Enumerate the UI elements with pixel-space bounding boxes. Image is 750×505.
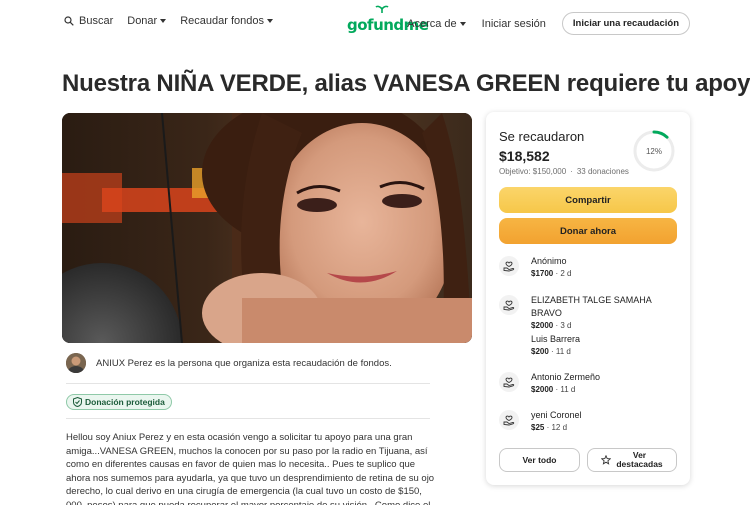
search-icon [64, 16, 74, 26]
nav-left: Buscar Donar Recaudar fondos [64, 15, 287, 27]
donation-meta: $25 · 12 d [531, 423, 568, 432]
donation-meta: $200 · 11 d [531, 347, 571, 356]
campaign-image[interactable] [62, 113, 472, 343]
donation-amount: $2000 [531, 321, 554, 330]
donation-amount: $25 [531, 423, 545, 432]
donation-amount: $200 [531, 347, 549, 356]
star-icon [601, 455, 612, 465]
donor-name: yeni Coronel [531, 410, 582, 420]
about-menu[interactable]: Acerca de [407, 18, 466, 30]
search-label: Buscar [79, 15, 114, 27]
campaign-story: Hellou soy Aniux Perez y en esta ocasión… [66, 432, 435, 505]
goal-summary: Objetivo: $150,000 · 33 donaciones [499, 167, 629, 176]
donation-time: 3 d [560, 321, 572, 330]
donor-name: Antonio Zermeño [531, 372, 601, 382]
organizer-text: ANIUX Perez es la persona que organiza e… [96, 357, 392, 369]
protected-donation-label: Donación protegida [85, 397, 165, 407]
organizer-row: ANIUX Perez es la persona que organiza e… [66, 353, 392, 373]
donor-heart-hand-icon [499, 295, 519, 315]
donation-item: ELIZABETH TALGE SAMAHA BRAVO $2000 · 3 d [499, 294, 671, 330]
donation-item: Anónimo $1700 · 2 d [499, 255, 671, 278]
donation-time: 12 d [551, 423, 568, 432]
chevron-down-icon [459, 21, 466, 26]
donation-time: 11 d [555, 347, 571, 356]
signin-link[interactable]: Iniciar sesión [482, 18, 546, 30]
fundraise-menu[interactable]: Recaudar fondos [180, 15, 273, 27]
sprout-icon [375, 5, 389, 13]
raised-label: Se recaudaron [499, 129, 585, 144]
divider [66, 418, 430, 419]
divider [66, 383, 430, 384]
donation-card: Se recaudaron $18,582 Objetivo: $150,000… [486, 112, 690, 485]
see-top-line2: destacadas [616, 459, 663, 469]
search-button[interactable]: Buscar [64, 15, 113, 27]
fundraise-menu-label: Recaudar fondos [180, 15, 264, 27]
donation-item: yeni Coronel $25 · 12 d [499, 409, 671, 432]
see-top-label: Ver destacadas [616, 451, 662, 469]
donate-menu-label: Donar [127, 15, 158, 27]
goal-amount: Objetivo: $150,000 [499, 167, 567, 176]
raised-amount: $18,582 [499, 148, 550, 164]
protected-donation-badge[interactable]: Donación protegida [66, 394, 172, 410]
donor-name: Anónimo [531, 256, 567, 266]
donor-heart-hand-icon [499, 410, 519, 430]
donation-item: Luis Barrera $200 · 11 d [499, 333, 671, 356]
donation-amount: $2000 [531, 385, 554, 394]
donation-meta: $1700 · 2 d [531, 269, 572, 278]
donate-menu[interactable]: Donar [127, 15, 167, 27]
campaign-photo [62, 113, 472, 343]
shield-check-icon [73, 397, 82, 407]
start-fundraiser-button[interactable]: Iniciar una recaudación [561, 12, 690, 35]
see-all-button[interactable]: Ver todo [499, 448, 580, 472]
organizer-avatar[interactable] [66, 353, 86, 373]
see-top-donations-button[interactable]: Ver destacadas [587, 448, 677, 472]
page-title: Nuestra NIÑA VERDE, alias VANESA GREEN r… [62, 70, 750, 97]
donor-heart-hand-icon [499, 372, 519, 392]
donate-now-button[interactable]: Donar ahora [499, 218, 677, 244]
donation-amount: $1700 [531, 269, 554, 278]
donation-count: 33 donaciones [576, 167, 629, 176]
separator-dot: · [570, 167, 573, 176]
donor-name: Luis Barrera [531, 334, 581, 344]
progress-percent: 12% [645, 146, 662, 156]
donation-time: 2 d [560, 269, 572, 278]
share-button[interactable]: Compartir [499, 187, 677, 213]
donation-meta: $2000 · 11 d [531, 385, 576, 394]
progress-ring: 12% [632, 129, 676, 173]
top-navigation: Buscar Donar Recaudar fondos gofundme Ac… [0, 0, 750, 44]
chevron-down-icon [267, 19, 273, 23]
donation-time: 11 d [560, 385, 576, 394]
donor-name: ELIZABETH TALGE SAMAHA BRAVO [531, 295, 652, 318]
donation-meta: $2000 · 3 d [531, 321, 572, 330]
nav-right: Acerca de Iniciar sesión Iniciar una rec… [407, 12, 690, 35]
donor-heart-hand-icon [499, 256, 519, 276]
about-menu-label: Acerca de [407, 17, 457, 30]
donation-item: Antonio Zermeño $2000 · 11 d [499, 371, 671, 394]
chevron-down-icon [160, 19, 167, 23]
signin-label: Iniciar sesión [481, 17, 546, 30]
